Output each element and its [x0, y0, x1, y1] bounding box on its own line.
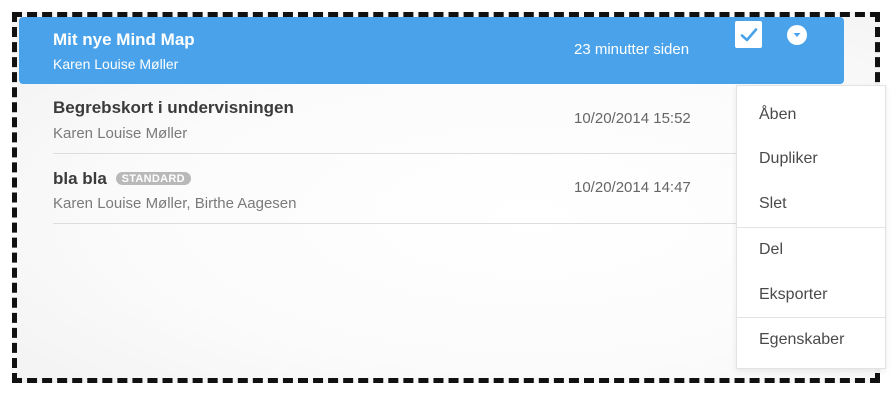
item-modified-time: 10/20/2014 15:52: [574, 110, 691, 127]
item-authors: Karen Louise Møller, Birthe Aagesen: [53, 195, 297, 212]
list-item[interactable]: Begrebskort i undervisningen Karen Louis…: [53, 84, 736, 154]
menu-item-open[interactable]: Åben: [759, 106, 796, 124]
item-authors: Karen Louise Møller: [53, 125, 188, 142]
item-title: Begrebskort i undervisningen: [53, 98, 294, 117]
menu-divider: [737, 227, 885, 228]
standard-badge: STANDARD: [115, 172, 191, 185]
item-modified-time: 23 minutter siden: [574, 41, 690, 58]
item-authors: Karen Louise Møller: [53, 56, 179, 72]
item-title: Mit nye Mind Map: [53, 30, 195, 49]
menu-item-delete[interactable]: Slet: [759, 195, 787, 213]
menu-item-properties[interactable]: Egenskaber: [759, 331, 844, 349]
menu-item-export[interactable]: Eksporter: [759, 286, 827, 304]
chevron-down-icon: [793, 33, 801, 37]
options-dropdown-button[interactable]: [787, 25, 807, 45]
list-item[interactable]: bla bla STANDARD Karen Louise Møller, Bi…: [53, 155, 736, 224]
select-checkbox[interactable]: [735, 21, 762, 48]
context-menu: Åben Dupliker Slet Del Eksporter Egenska…: [736, 85, 886, 369]
menu-item-duplicate[interactable]: Dupliker: [759, 150, 818, 168]
menu-divider: [737, 317, 885, 318]
item-title-text: bla bla: [53, 169, 107, 188]
menu-item-share[interactable]: Del: [759, 241, 783, 259]
item-modified-time: 10/20/2014 14:47: [574, 179, 691, 196]
checkmark-icon: [740, 27, 757, 41]
list-item-selected[interactable]: Mit nye Mind Map Karen Louise Møller 23 …: [19, 17, 844, 84]
item-title: bla bla STANDARD: [53, 169, 191, 189]
